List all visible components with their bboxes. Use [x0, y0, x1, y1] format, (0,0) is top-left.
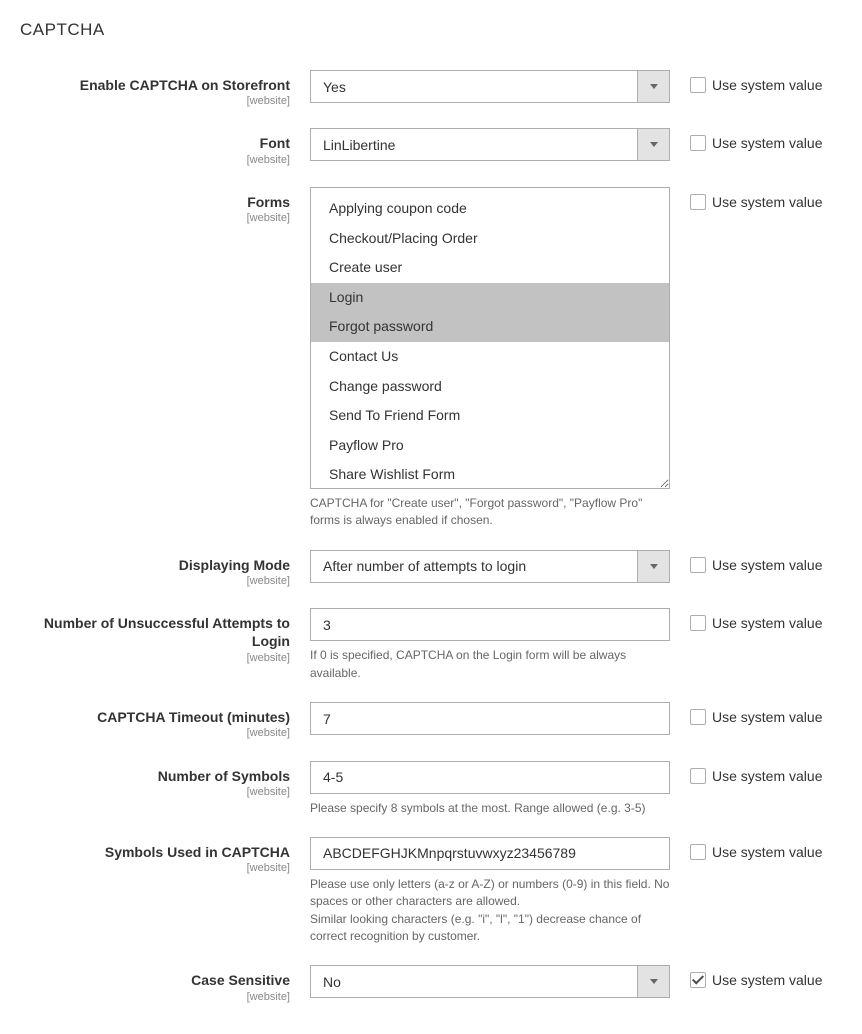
checkbox-use-system-enable[interactable]	[690, 77, 706, 93]
label-use-system[interactable]: Use system value	[712, 194, 822, 210]
label-attempts: Number of Unsuccessful Attempts to Login	[44, 615, 290, 649]
scope-label: [website]	[20, 651, 290, 665]
row-attempts: Number of Unsuccessful Attempts to Login…	[20, 608, 832, 682]
row-displaying-mode: Displaying Mode [website] After number o…	[20, 550, 832, 588]
checkbox-use-system-timeout[interactable]	[690, 709, 706, 725]
label-enable: Enable CAPTCHA on Storefront	[80, 77, 290, 93]
multiselect-option[interactable]: Share Wishlist Form	[311, 460, 669, 489]
multiselect-option[interactable]: Login	[311, 283, 669, 313]
multiselect-option[interactable]: Payflow Pro	[311, 431, 669, 461]
checkbox-use-system-displaying-mode[interactable]	[690, 557, 706, 573]
select-displaying-mode[interactable]: After number of attempts to login	[310, 550, 670, 583]
input-symbols-count[interactable]	[310, 761, 670, 794]
multiselect-option[interactable]: Create user	[311, 253, 669, 283]
label-use-system[interactable]: Use system value	[712, 135, 822, 151]
label-use-system[interactable]: Use system value	[712, 77, 822, 93]
multiselect-option[interactable]: Change password	[311, 372, 669, 402]
checkbox-use-system-attempts[interactable]	[690, 615, 706, 631]
label-font: Font	[260, 135, 290, 151]
multiselect-option[interactable]: Forgot password	[311, 312, 669, 342]
label-symbols: Symbols Used in CAPTCHA	[105, 844, 290, 860]
checkbox-use-system-symbols[interactable]	[690, 844, 706, 860]
select-enable[interactable]: Yes	[310, 70, 670, 103]
input-attempts[interactable]	[310, 608, 670, 641]
label-use-system[interactable]: Use system value	[712, 768, 822, 784]
scope-label: [website]	[20, 861, 290, 875]
label-use-system[interactable]: Use system value	[712, 557, 822, 573]
row-forms: Forms [website] Applying coupon codeChec…	[20, 187, 832, 530]
multiselect-option[interactable]: Send To Friend Form	[311, 401, 669, 431]
checkbox-use-system-forms[interactable]	[690, 194, 706, 210]
input-timeout[interactable]	[310, 702, 670, 735]
row-timeout: CAPTCHA Timeout (minutes) [website] Use …	[20, 702, 832, 740]
label-forms: Forms	[247, 194, 290, 210]
row-font: Font [website] LinLibertine Use system v…	[20, 128, 832, 166]
row-symbols: Symbols Used in CAPTCHA [website] Please…	[20, 837, 832, 946]
scope-label: [website]	[20, 94, 290, 108]
row-enable-captcha: Enable CAPTCHA on Storefront [website] Y…	[20, 70, 832, 108]
scope-label: [website]	[20, 153, 290, 167]
checkbox-use-system-font[interactable]	[690, 135, 706, 151]
label-use-system[interactable]: Use system value	[712, 844, 822, 860]
row-case-sensitive: Case Sensitive [website] No Use system v…	[20, 965, 832, 1003]
scope-label: [website]	[20, 785, 290, 799]
label-use-system[interactable]: Use system value	[712, 709, 822, 725]
note-forms: CAPTCHA for "Create user", "Forgot passw…	[310, 495, 670, 530]
scope-label: [website]	[20, 211, 290, 225]
checkbox-use-system-symbols-count[interactable]	[690, 768, 706, 784]
scope-label: [website]	[20, 990, 290, 1004]
label-use-system[interactable]: Use system value	[712, 615, 822, 631]
multiselect-option[interactable]: Checkout/Placing Order	[311, 224, 669, 254]
note-symbols: Please use only letters (a-z or A-Z) or …	[310, 876, 670, 946]
checkbox-use-system-case-sensitive[interactable]	[690, 972, 706, 988]
multiselect-forms[interactable]: Applying coupon codeCheckout/Placing Ord…	[310, 187, 670, 489]
multiselect-option[interactable]: Applying coupon code	[311, 194, 669, 224]
row-symbols-count: Number of Symbols [website] Please speci…	[20, 761, 832, 817]
label-displaying-mode: Displaying Mode	[179, 557, 290, 573]
label-case-sensitive: Case Sensitive	[191, 972, 290, 988]
note-attempts: If 0 is specified, CAPTCHA on the Login …	[310, 647, 670, 682]
scope-label: [website]	[20, 726, 290, 740]
select-case-sensitive[interactable]: No	[310, 965, 670, 998]
scope-label: [website]	[20, 574, 290, 588]
section-title: CAPTCHA	[20, 20, 832, 40]
label-symbols-count: Number of Symbols	[158, 768, 290, 784]
label-use-system[interactable]: Use system value	[712, 972, 822, 988]
note-symbols-count: Please specify 8 symbols at the most. Ra…	[310, 800, 670, 817]
input-symbols[interactable]	[310, 837, 670, 870]
multiselect-option[interactable]: Contact Us	[311, 342, 669, 372]
select-font[interactable]: LinLibertine	[310, 128, 670, 161]
label-timeout: CAPTCHA Timeout (minutes)	[97, 709, 290, 725]
